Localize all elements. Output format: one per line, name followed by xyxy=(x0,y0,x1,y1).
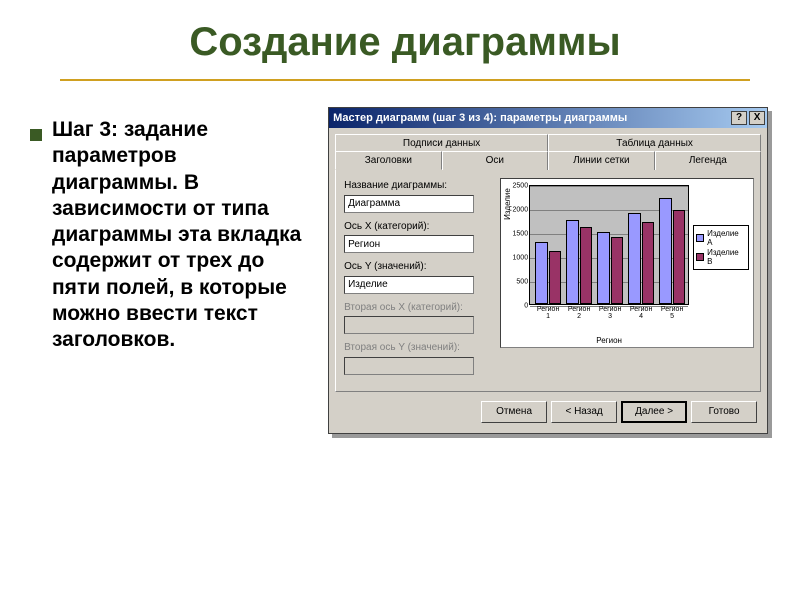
finish-button[interactable]: Готово xyxy=(691,401,757,423)
tab-legend[interactable]: Легенда xyxy=(655,151,762,170)
chart-title-label: Название диаграммы: xyxy=(344,180,494,191)
close-button[interactable]: X xyxy=(749,111,765,125)
y-axis-label: Ось Y (значений): xyxy=(344,261,494,272)
tab-titles[interactable]: Заголовки xyxy=(335,151,442,170)
tab-axes[interactable]: Оси xyxy=(442,151,549,170)
slide-body-text: Шаг 3: задание параметров диаграммы. В з… xyxy=(52,117,308,353)
y2-axis-label: Вторая ось Y (значений): xyxy=(344,342,494,353)
cancel-button[interactable]: Отмена xyxy=(481,401,547,423)
chart-preview: Изделие 05001000150020002500Регион1Регио… xyxy=(500,178,754,348)
chart-wizard-dialog: Мастер диаграмм (шаг 3 из 4): параметры … xyxy=(328,107,768,434)
title-underline xyxy=(60,79,750,81)
y-axis-input[interactable] xyxy=(344,276,474,294)
dialog-title: Мастер диаграмм (шаг 3 из 4): параметры … xyxy=(333,112,729,124)
x-axis-input[interactable] xyxy=(344,235,474,253)
back-button[interactable]: < Назад xyxy=(551,401,617,423)
chart-legend: Изделие АИзделие В xyxy=(693,225,749,270)
x2-axis-input xyxy=(344,316,474,334)
bullet-icon xyxy=(30,129,42,141)
next-button[interactable]: Далее > xyxy=(621,401,687,423)
y2-axis-input xyxy=(344,357,474,375)
dialog-titlebar[interactable]: Мастер диаграмм (шаг 3 из 4): параметры … xyxy=(329,108,767,128)
chart-xlabel: Регион xyxy=(529,336,689,345)
x2-axis-label: Вторая ось X (категорий): xyxy=(344,302,494,313)
chart-ylabel: Изделие xyxy=(503,174,512,234)
slide-title: Создание диаграммы xyxy=(30,10,780,79)
help-button[interactable]: ? xyxy=(731,111,747,125)
x-axis-label: Ось X (категорий): xyxy=(344,221,494,232)
chart-title-input[interactable] xyxy=(344,195,474,213)
tab-gridlines[interactable]: Линии сетки xyxy=(548,151,655,170)
tab-data-table[interactable]: Таблица данных xyxy=(548,134,761,152)
tab-data-labels[interactable]: Подписи данных xyxy=(335,134,548,152)
